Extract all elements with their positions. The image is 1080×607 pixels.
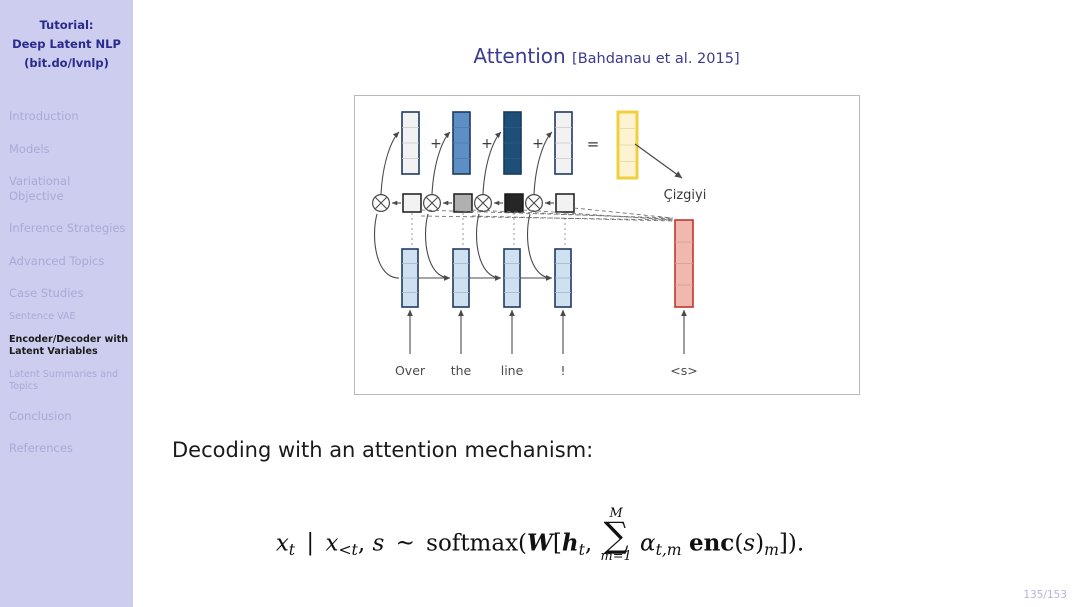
sidebar-item-advanced-topics[interactable]: Advanced Topics	[0, 254, 133, 269]
encoder-state-exclam	[554, 248, 572, 308]
sidebar-item-variational-objective[interactable]: Variational Objective	[0, 174, 133, 203]
sidebar-subitem-sentence-vae[interactable]: Sentence VAE	[0, 311, 133, 323]
body-text: Decoding with an attention mechanism:	[172, 438, 594, 462]
decoder-input-token-label: <s>	[670, 363, 697, 378]
sidebar-title-line-1: Tutorial:	[39, 18, 94, 32]
page-title: Attention [Bahdanau et al. 2015]	[133, 44, 1080, 68]
sidebar-item-models[interactable]: Models	[0, 142, 133, 157]
multiply-circle-over	[372, 193, 390, 212]
attention-weight-over	[402, 193, 422, 213]
summation-operator: M ∑ m=1	[600, 506, 632, 565]
equals-operator: =	[587, 135, 600, 153]
plus-operator-3: +	[532, 136, 544, 152]
weighted-vector-line	[503, 111, 522, 175]
output-word-label: Çizgiyi	[664, 188, 707, 203]
encoder-state-the	[452, 248, 470, 308]
decoding-formula: xt | x<t, s ∼ softmax(W[ht, M ∑ m=1 αt,m…	[275, 506, 805, 565]
plus-operators: + + +	[430, 136, 544, 152]
multiply-circle-exclam	[525, 193, 544, 212]
sidebar-nav: Introduction Models Variational Objectiv…	[0, 109, 133, 456]
attention-weight-row	[372, 193, 575, 213]
sidebar-item-references[interactable]: References	[0, 441, 133, 456]
attention-weight-exclam	[555, 193, 575, 213]
sidebar-title-line-2: Deep Latent NLP	[12, 37, 121, 51]
encoder-state-line	[503, 248, 521, 308]
sidebar-subitem-encoder-decoder-with-latent-variables[interactable]: Encoder/Decoder with Latent Variables	[0, 334, 133, 358]
sidebar-title: Tutorial: Deep Latent NLP (bit.do/lvnlp)	[0, 16, 133, 73]
sidebar-item-case-studies[interactable]: Case Studies	[0, 286, 133, 301]
encoder-state-over	[401, 248, 419, 308]
input-token-label-3: !	[560, 363, 565, 378]
weighted-vector-over	[401, 111, 420, 175]
attention-weight-the	[453, 193, 473, 213]
sidebar-item-conclusion[interactable]: Conclusion	[0, 409, 133, 424]
weighted-vector-exclam	[554, 111, 573, 175]
sidebar-item-introduction[interactable]: Introduction	[0, 109, 133, 124]
input-token-label-2: line	[501, 363, 524, 378]
multiply-circle-line	[473, 193, 492, 212]
sidebar-item-inference-strategies[interactable]: Inference Strategies	[0, 221, 133, 236]
attention-diagram-figure: + + + = Çizgiyi Over the line ! <s>	[354, 95, 860, 395]
input-token-arrows	[407, 309, 687, 354]
attention-weight-line	[504, 193, 524, 213]
slide-citation: [Bahdanau et al. 2015]	[572, 51, 740, 67]
weighted-vector-the	[452, 111, 471, 175]
slide-title-text: Attention	[473, 44, 566, 68]
context-to-output-arrow	[634, 143, 683, 179]
input-token-labels: Over the line ! <s>	[395, 363, 698, 378]
context-vector	[616, 110, 639, 180]
decoder-hidden-state	[674, 219, 694, 308]
sidebar-title-line-3: (bit.do/lvnlp)	[24, 56, 109, 70]
sidebar-subitem-latent-summaries-and-topics[interactable]: Latent Summaries and Topics	[0, 369, 133, 393]
input-token-label-1: the	[451, 363, 472, 378]
plus-operator-2: +	[481, 136, 493, 152]
multiply-circle-the	[422, 193, 441, 212]
plus-operator-1: +	[430, 136, 442, 152]
input-token-label-0: Over	[395, 363, 426, 378]
attention-diagram-svg: + + + = Çizgiyi Over the line ! <s>	[372, 110, 707, 378]
page-number: 135/153	[1023, 589, 1067, 601]
